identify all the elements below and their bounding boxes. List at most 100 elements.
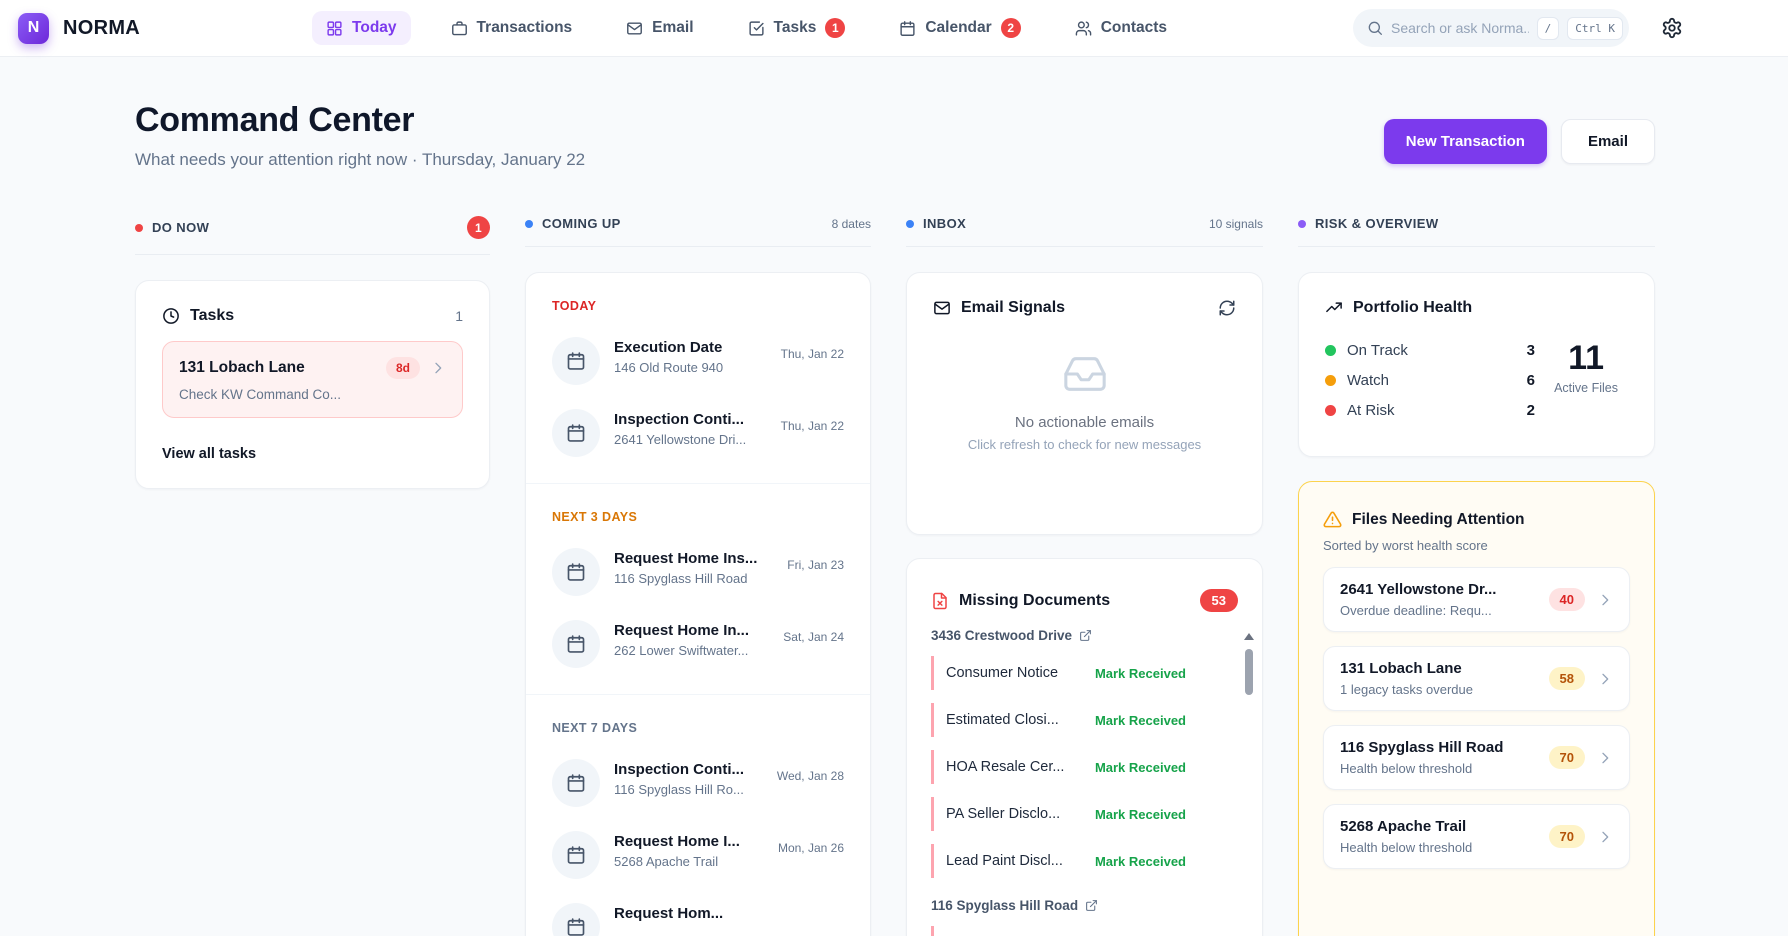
nav-item-contacts[interactable]: Contacts bbox=[1061, 11, 1181, 45]
status-label: On Track bbox=[1347, 342, 1408, 359]
nav-item-transactions[interactable]: Transactions bbox=[437, 11, 587, 45]
nav-item-tasks[interactable]: Tasks 1 bbox=[734, 10, 860, 46]
amber-dot-icon bbox=[1325, 375, 1336, 386]
health-score-badge: 40 bbox=[1549, 588, 1585, 611]
status-value: 3 bbox=[1527, 342, 1535, 359]
gear-icon[interactable] bbox=[1661, 17, 1683, 39]
event-title: Execution Date bbox=[614, 337, 723, 356]
nav-item-email[interactable]: Email bbox=[612, 11, 707, 45]
nav-label: Email bbox=[652, 19, 693, 37]
inbox-tray-icon bbox=[1062, 351, 1108, 397]
red-dot-icon bbox=[135, 224, 143, 232]
nav-item-calendar[interactable]: Calendar 2 bbox=[885, 10, 1034, 46]
status-label: Watch bbox=[1347, 372, 1389, 389]
trending-up-icon bbox=[1325, 299, 1343, 317]
status-row-on-track: On Track 3 bbox=[1325, 342, 1535, 359]
scroll-up-arrow[interactable] bbox=[1244, 633, 1254, 640]
event-property: 262 Lower Swiftwater... bbox=[614, 643, 749, 658]
nav-label: Transactions bbox=[477, 19, 573, 37]
mark-received-button[interactable]: Mark Received bbox=[1095, 713, 1186, 728]
inbox-header: INBOX 10 signals bbox=[906, 216, 1263, 247]
status-value: 6 bbox=[1527, 372, 1535, 389]
file-item[interactable]: 5268 Apache Trail Health below threshold… bbox=[1323, 804, 1630, 869]
tasks-card-title: Tasks bbox=[190, 307, 234, 325]
inbox-column: INBOX 10 signals Email Signals No action… bbox=[906, 216, 1263, 936]
briefcase-icon bbox=[451, 20, 468, 37]
email-button[interactable]: Email bbox=[1561, 119, 1655, 164]
event-date: Wed, Jan 28 bbox=[777, 759, 844, 783]
file-note: Health below threshold bbox=[1340, 840, 1472, 855]
ctrl-k-key-hint: Ctrl K bbox=[1567, 17, 1623, 40]
missing-documents-title: Missing Documents bbox=[959, 592, 1110, 610]
page-title: Command Center bbox=[135, 101, 585, 140]
property-link[interactable]: 3436 Crestwood Drive bbox=[931, 628, 1238, 643]
brand-name: NORMA bbox=[63, 17, 140, 40]
section-label-next-3-days: NEXT 3 DAYS bbox=[552, 510, 844, 524]
task-row[interactable]: 131 Lobach Lane 8d Check KW Command Co..… bbox=[162, 341, 463, 418]
search-placeholder: Search or ask Norma... bbox=[1391, 20, 1529, 36]
chevron-right-icon bbox=[430, 360, 446, 376]
active-files-label: Active Files bbox=[1554, 381, 1618, 395]
view-all-tasks-link[interactable]: View all tasks bbox=[162, 446, 463, 462]
missing-documents-header: Missing Documents 53 bbox=[931, 589, 1238, 612]
document-name: Estimated Closi... bbox=[946, 712, 1059, 728]
nav-item-today[interactable]: Today bbox=[312, 11, 411, 45]
health-score-badge: 58 bbox=[1549, 667, 1585, 690]
green-dot-icon bbox=[1325, 345, 1336, 356]
document-name: HOA Resale Cer... bbox=[946, 759, 1064, 775]
task-age-badge: 8d bbox=[386, 357, 420, 379]
mark-received-button[interactable]: Mark Received bbox=[1095, 854, 1186, 869]
calendar-icon bbox=[552, 831, 600, 879]
primary-nav: Today Transactions Email Tasks 1 Calenda… bbox=[312, 10, 1181, 46]
file-item[interactable]: 116 Spyglass Hill Road Health below thre… bbox=[1323, 725, 1630, 790]
event-row-partial[interactable]: Request Hom... bbox=[552, 903, 844, 936]
event-property: 5268 Apache Trail bbox=[614, 854, 740, 869]
check-square-icon bbox=[748, 20, 765, 37]
document-row: Lead Paint Discl... Mark Received bbox=[931, 844, 1238, 878]
email-signals-card: Email Signals No actionable emails Click… bbox=[906, 272, 1263, 535]
file-item[interactable]: 2641 Yellowstone Dr... Overdue deadline:… bbox=[1323, 567, 1630, 632]
chevron-right-icon bbox=[1597, 750, 1613, 766]
event-date: Thu, Jan 22 bbox=[781, 409, 844, 433]
mark-received-button[interactable]: Mark Received bbox=[1095, 807, 1186, 822]
users-icon bbox=[1075, 20, 1092, 37]
mail-icon bbox=[626, 20, 643, 37]
event-row[interactable]: Inspection Conti... 2641 Yellowstone Dri… bbox=[552, 409, 844, 457]
missing-documents-card: Missing Documents 53 3436 Crestwood Driv… bbox=[906, 558, 1263, 936]
tasks-card: Tasks 1 131 Lobach Lane 8d Check KW Comm… bbox=[135, 280, 490, 489]
scrollbar-thumb[interactable] bbox=[1245, 649, 1253, 695]
refresh-button[interactable] bbox=[1218, 299, 1236, 317]
event-title: Inspection Conti... bbox=[614, 409, 746, 428]
search-input[interactable]: Search or ask Norma... / Ctrl K bbox=[1353, 9, 1629, 47]
coming-up-header: COMING UP 8 dates bbox=[525, 216, 871, 247]
page-header: Command Center What needs your attention… bbox=[135, 101, 1655, 170]
mail-icon bbox=[933, 299, 951, 317]
property-name: 116 Spyglass Hill Road bbox=[931, 898, 1078, 913]
status-label: At Risk bbox=[1347, 402, 1395, 419]
mark-received-button[interactable]: Mark Received bbox=[1095, 666, 1186, 681]
brand[interactable]: N NORMA bbox=[18, 13, 140, 44]
event-property: 2641 Yellowstone Dri... bbox=[614, 432, 746, 447]
calendar-icon bbox=[552, 337, 600, 385]
files-needing-attention-card: Files Needing Attention Sorted by worst … bbox=[1298, 481, 1655, 936]
new-transaction-button[interactable]: New Transaction bbox=[1384, 119, 1547, 164]
file-item[interactable]: 131 Lobach Lane 1 legacy tasks overdue 5… bbox=[1323, 646, 1630, 711]
main: Command Center What needs your attention… bbox=[0, 57, 1788, 936]
divider bbox=[526, 694, 870, 695]
nav-label: Today bbox=[352, 19, 397, 37]
event-row[interactable]: Request Home Ins... 116 Spyglass Hill Ro… bbox=[552, 548, 844, 596]
purple-dot-icon bbox=[1298, 220, 1306, 228]
mark-received-button[interactable]: Mark Received bbox=[1095, 760, 1186, 775]
header-actions: New Transaction Email bbox=[1384, 119, 1655, 164]
property-link[interactable]: 116 Spyglass Hill Road bbox=[931, 898, 1238, 913]
event-row[interactable]: Request Home In... 262 Lower Swiftwater.… bbox=[552, 620, 844, 668]
event-row[interactable]: Request Home I... 5268 Apache Trail Mon,… bbox=[552, 831, 844, 879]
task-subtitle: Check KW Command Co... bbox=[179, 387, 446, 402]
norma-logo[interactable]: N bbox=[18, 13, 49, 44]
empty-state-title: No actionable emails bbox=[933, 414, 1236, 431]
event-row[interactable]: Execution Date 146 Old Route 940 Thu, Ja… bbox=[552, 337, 844, 385]
document-name: Consumer Notice bbox=[946, 665, 1058, 681]
nav-label: Calendar bbox=[925, 19, 991, 37]
search-icon bbox=[1367, 20, 1383, 36]
event-row[interactable]: Inspection Conti... 116 Spyglass Hill Ro… bbox=[552, 759, 844, 807]
